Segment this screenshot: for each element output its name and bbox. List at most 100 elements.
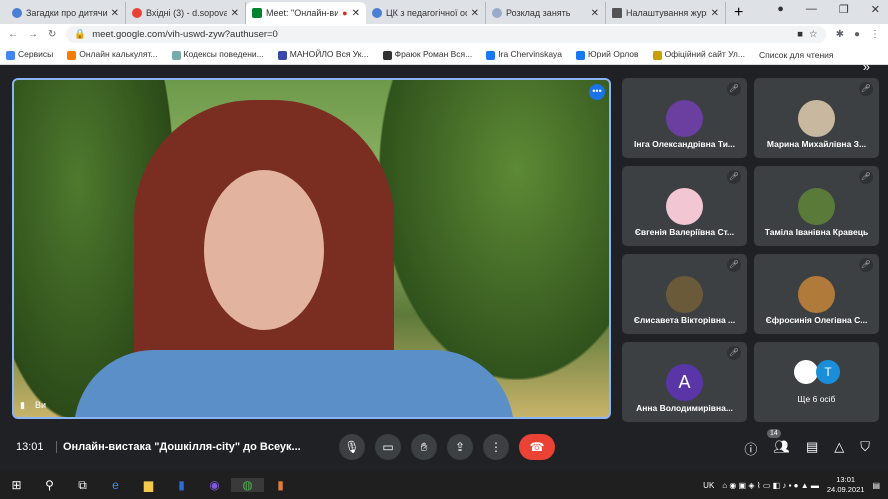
bookmark[interactable]: Ira Chervinskaya [486,49,562,60]
document-icon[interactable]: ▮ [264,478,297,492]
url-field[interactable]: 🔒 meet.google.com/vih-uswd-zyw?authuser=0… [66,26,826,43]
meeting-title: Онлайн-вистака "Дошкілля-city" до Всеук.… [56,441,301,453]
chat-icon[interactable]: ▤ [806,439,818,458]
menu-icon[interactable]: ⋮ [870,29,880,40]
browser-tab[interactable]: Розклад занять ✕ [486,2,606,24]
avatar[interactable]: ● [854,29,860,40]
gmail-icon [132,8,142,18]
reading-list[interactable]: Список для чтения [759,50,834,60]
self-label: Ви [34,400,46,410]
word-icon[interactable]: ▮ [165,478,198,492]
chrome-icon[interactable]: ◍ [231,478,264,492]
participant-tile[interactable]: 🎤︎ Єлисавета Вікторівна ... [622,254,747,334]
viber-icon[interactable]: ◉ [198,478,231,492]
leave-call-button[interactable]: ☎︎ [519,434,555,460]
file-explorer-icon[interactable]: ▆ [132,478,165,492]
avatar [666,100,703,137]
bookmark[interactable]: Фраюк Роман Вся... [382,49,472,60]
participant-name: Марина Михайлівна З... [766,139,867,149]
facebook-icon [372,8,382,18]
close-tab-icon[interactable]: ✕ [711,8,719,19]
lock-icon: 🔒 [74,29,87,40]
browser-tab[interactable]: Загадки про дитячий ✕ [6,2,126,24]
tray-icons[interactable]: ⌂ ◉ ▣ ◈ ⌇ ▭ ◧ ♪ ▪ ● ▲ ▬ [722,481,819,490]
bookmark[interactable]: Сервисы [6,49,53,60]
windows-taskbar: ⊞ ⚲ ⧉ e ▆ ▮ ◉ ◍ ▮ UK ⌂ ◉ ▣ ◈ ⌇ ▭ ◧ ♪ ▪ ●… [0,471,888,499]
browser-tab[interactable]: Налаштування журна✕ [606,2,726,24]
participant-tile[interactable]: 🎤︎ A Анна Володимирівна... [622,342,747,422]
task-view-icon[interactable]: ⧉ [66,478,99,493]
search-icon[interactable]: ⚲ [33,478,66,492]
tab-strip: Загадки про дитячий ✕ Вхідні (3) - d.sopo… [0,0,888,24]
avatar: A [666,364,703,401]
meeting-time: 13:01 [16,441,44,453]
participant-tile[interactable]: 🎤︎ Марина Михайлівна З... [754,78,879,158]
reload-icon[interactable]: ↻ [48,29,56,40]
browser-tab[interactable]: Вхідні (3) - d.sopova@✕ [126,2,246,24]
close-tab-icon[interactable]: ✕ [231,8,239,19]
people-icon[interactable]: 👥︎ [773,439,790,458]
start-icon[interactable]: ⊞ [0,478,33,492]
mic-off-icon: 🎤︎ [859,82,873,96]
favicon-icon [612,8,622,18]
camera-icon[interactable]: ■ [797,29,803,40]
present-button[interactable]: ⇪ [447,434,473,460]
participant-face [204,170,324,330]
browser-tab-active[interactable]: Meet: "Онлайн-ви ● ✕ [246,2,366,24]
close-tab-icon[interactable]: ✕ [352,8,360,19]
participant-tile[interactable]: 🎤︎ Єфросинія Олегівна С... [754,254,879,334]
more-options-icon[interactable]: ••• [589,84,605,100]
avatar [666,188,703,225]
participant-name: Анна Володимирівна... [636,403,733,413]
participant-name: Таміла Іванівна Кравець [764,227,869,237]
more-participants-tile[interactable]: T Ще 6 осіб [754,342,879,422]
new-tab-button[interactable]: + [726,2,751,24]
minimize-icon[interactable]: — [806,3,817,16]
bookmarks-bar: Сервисы Онлайн калькулят... Кодексы пове… [0,45,888,74]
forward-icon[interactable]: → [28,29,38,40]
edge-icon[interactable]: e [99,478,132,492]
favicon-icon [12,8,22,18]
info-icon[interactable]: ⓘ [744,439,757,458]
meeting-toolbar: 13:01 Онлайн-вистака "Дошкілля-city" до … [0,425,888,470]
participant-grid: 🎤︎ Інга Олександрівна Ти... 🎤︎ Марина Михай… [622,78,879,422]
participant-tile[interactable]: 🎤︎ Євгенія Валеріївна Ст... [622,166,747,246]
bookmark[interactable]: Офіційний сайт Ул... [652,49,745,60]
star-icon[interactable]: ☆ [809,29,818,40]
participant-name: Єфросинія Олегівна С... [765,315,868,325]
microphone-button[interactable]: 🎙︎ [339,434,365,460]
participant-tile[interactable]: 🎤︎ Інга Олександрівна Ти... [622,78,747,158]
bookmark[interactable]: Онлайн калькулят... [67,49,158,60]
close-window-icon[interactable]: ✕ [871,3,880,16]
back-icon[interactable]: ← [8,29,18,40]
pin-icon[interactable]: ▮ [20,400,25,411]
participant-tile[interactable]: 🎤︎ Таміла Іванівна Кравець [754,166,879,246]
background-tree [379,80,609,380]
more-people-label: Ще 6 осіб [797,394,836,404]
address-bar-row: ← → ↻ 🔒 meet.google.com/vih-uswd-zyw?authus… [0,24,888,45]
activities-icon[interactable]: △ [834,439,844,458]
extensions-icon[interactable]: ✱ [836,29,844,40]
mic-off-icon: 🎤︎ [859,170,873,184]
browser-tab[interactable]: ЦК з педагогічної осв ✕ [366,2,486,24]
maximize-icon[interactable]: ❐ [839,3,849,16]
main-video-tile[interactable]: ••• ▮ Ви [12,78,611,419]
bookmark[interactable]: Юрий Орлов [576,49,639,60]
language-indicator[interactable]: UK [703,481,714,490]
mic-off-icon: 🎤︎ [727,346,741,360]
camera-button[interactable]: ▭ [375,434,401,460]
close-tab-icon[interactable]: ✕ [591,8,599,19]
host-controls-icon[interactable]: ⛉ [860,439,870,458]
more-options-button[interactable]: ⋮ [483,434,509,460]
avatar: T [816,360,840,384]
more-bookmarks-icon[interactable]: » [863,59,870,74]
close-tab-icon[interactable]: ✕ [111,8,119,19]
bookmark[interactable]: Кодексы поведени... [171,49,264,60]
profile-icon[interactable]: ● [777,3,784,16]
close-tab-icon[interactable]: ✕ [471,8,479,19]
bookmark[interactable]: МАНОЙЛО Вся Ук... [277,49,369,60]
participant-name: Єлисавета Вікторівна ... [633,315,736,325]
notifications-icon[interactable]: ▤ [872,481,880,490]
raise-hand-button[interactable]: ✋︎ [411,434,437,460]
clock[interactable]: 13:01 24.09.2021 [827,475,865,495]
